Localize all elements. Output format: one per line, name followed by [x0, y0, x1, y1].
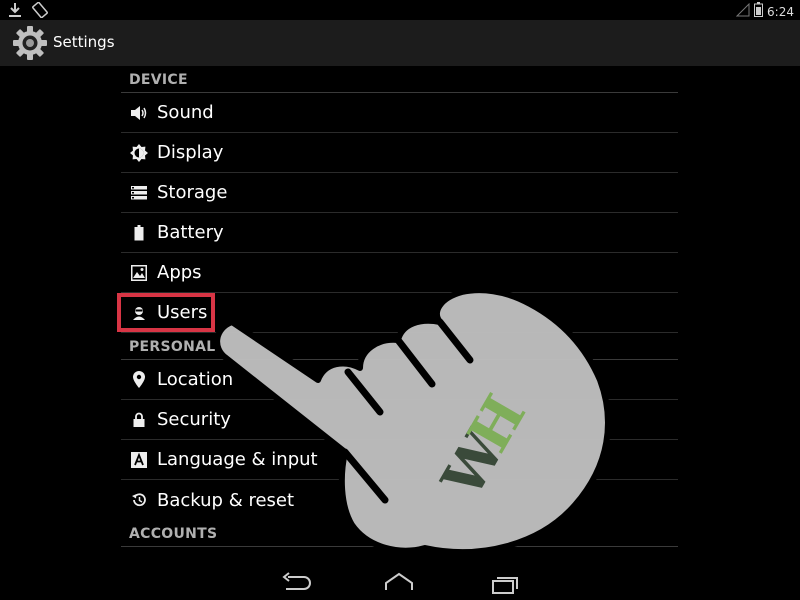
- location-pin-icon: [129, 370, 149, 390]
- section-header-device: DEVICE: [121, 66, 678, 93]
- users-highlight-box: [117, 293, 215, 332]
- back-icon[interactable]: [280, 572, 312, 598]
- settings-list: DEVICE Sound Display Storage Battery App…: [117, 66, 678, 577]
- settings-item-label: Battery: [157, 222, 224, 243]
- navigation-bar: [0, 570, 800, 600]
- settings-item-label: Language & input: [157, 449, 318, 470]
- section-header-accounts: ACCOUNTS: [121, 520, 678, 547]
- settings-item-label: Apps: [157, 262, 202, 283]
- settings-gear-icon[interactable]: [12, 25, 48, 61]
- settings-item-storage[interactable]: Storage: [121, 173, 678, 213]
- settings-item-label: Display: [157, 142, 224, 163]
- recents-icon[interactable]: [488, 572, 520, 598]
- screen-rotation-icon: [32, 1, 48, 22]
- settings-item-label: Sound: [157, 102, 214, 123]
- battery-icon: [129, 223, 149, 243]
- restore-icon: [129, 490, 149, 510]
- settings-item-location[interactable]: Location: [121, 360, 678, 400]
- settings-item-display[interactable]: Display: [121, 133, 678, 173]
- clock: 6:24: [767, 4, 794, 19]
- settings-item-label: Storage: [157, 182, 228, 203]
- keyboard-letter-icon: [129, 450, 149, 470]
- settings-item-apps[interactable]: Apps: [121, 253, 678, 293]
- home-icon[interactable]: [383, 572, 415, 598]
- storage-icon: [129, 183, 149, 203]
- volume-icon: [129, 103, 149, 123]
- apps-icon: [129, 263, 149, 283]
- settings-item-security[interactable]: Security: [121, 400, 678, 440]
- action-bar: Settings: [0, 20, 800, 66]
- settings-item-users[interactable]: Users: [117, 293, 678, 333]
- page-title: Settings: [53, 33, 115, 51]
- battery-icon: [754, 2, 764, 21]
- section-header-personal: PERSONAL: [121, 333, 678, 360]
- settings-item-language-input[interactable]: Language & input: [121, 440, 678, 480]
- settings-item-backup-reset[interactable]: Backup & reset: [121, 480, 678, 520]
- settings-item-label: Location: [157, 369, 234, 390]
- settings-item-label: Backup & reset: [157, 489, 295, 511]
- signal-icon: [735, 2, 750, 21]
- status-bar: 6:24: [0, 0, 800, 20]
- settings-item-label: Security: [157, 409, 231, 430]
- settings-item-battery[interactable]: Battery: [121, 213, 678, 253]
- settings-item-sound[interactable]: Sound: [121, 93, 678, 133]
- brightness-icon: [129, 143, 149, 163]
- download-icon: [8, 2, 22, 22]
- lock-icon: [129, 410, 149, 430]
- android-screen: 6:24 Settings DEVICE Sound Display Stora…: [0, 0, 800, 600]
